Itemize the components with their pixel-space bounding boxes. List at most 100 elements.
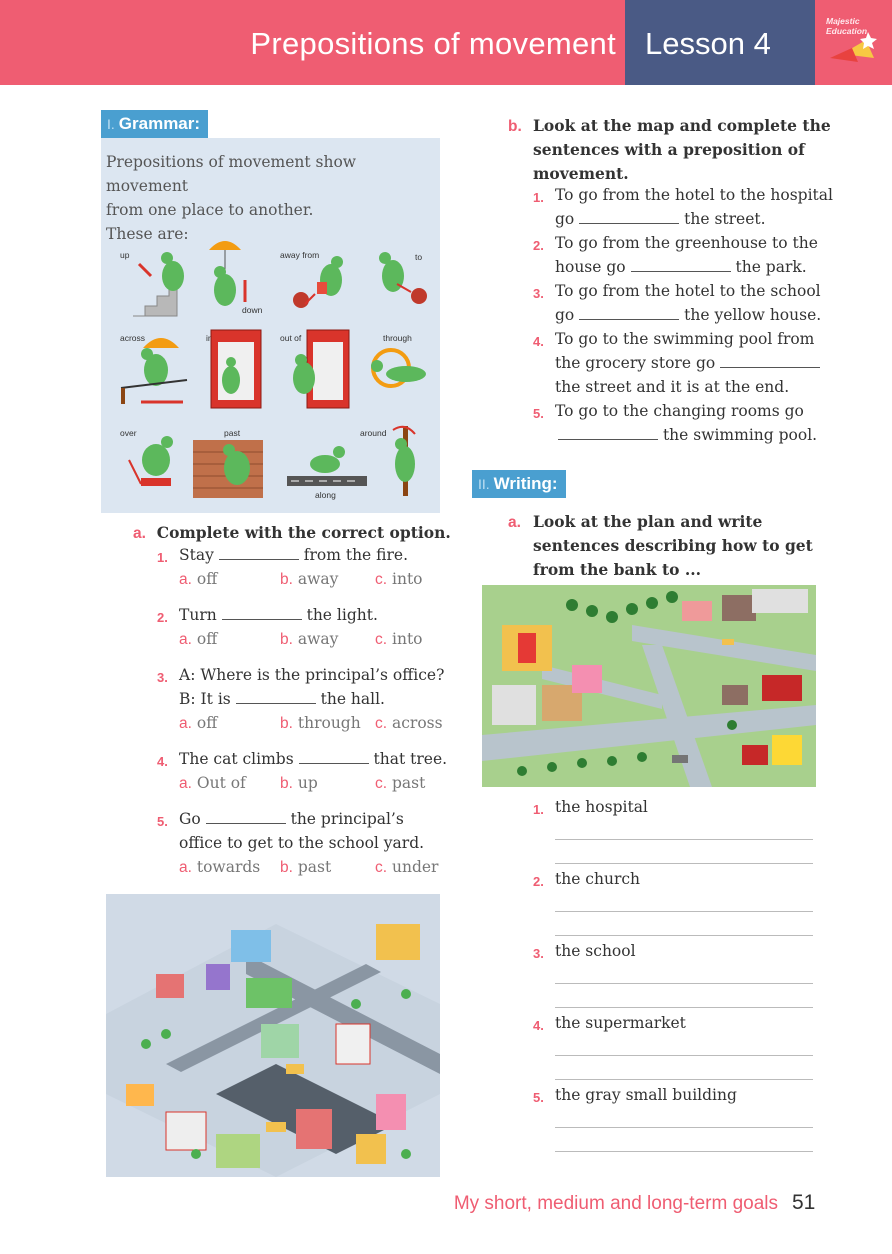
question-pre: B: It is <box>179 690 231 708</box>
answer-blank[interactable] <box>630 270 731 272</box>
writing-answer-line[interactable] <box>555 911 813 912</box>
answer-blank[interactable] <box>579 222 680 224</box>
item-post: the swimming pool. <box>662 426 818 444</box>
item-pre: house go <box>555 258 626 276</box>
item-post: the yellow house. <box>684 306 822 324</box>
answer-blank[interactable] <box>218 558 299 560</box>
answer-blank[interactable] <box>558 438 658 440</box>
option-text: up <box>297 774 318 792</box>
instruction-line: Look at the plan and write <box>533 512 763 531</box>
item-line: house go the park. <box>555 258 807 276</box>
across-illustration <box>120 338 188 404</box>
option-text: past <box>392 774 426 792</box>
writing-answer-line[interactable] <box>555 863 813 864</box>
town-map-illustration <box>106 894 440 1177</box>
around-illustration <box>392 425 416 496</box>
option-text: off <box>196 570 218 588</box>
option-letter: a. <box>179 859 192 876</box>
item-post: the park. <box>735 258 807 276</box>
preposition-illustrations <box>120 241 427 498</box>
to-illustration <box>379 252 427 304</box>
writing-item-number: 1. <box>533 802 544 817</box>
option-b[interactable]: b. up <box>280 774 318 793</box>
item-line: go the yellow house. <box>555 306 821 324</box>
answer-blank[interactable] <box>298 762 369 764</box>
option-text: off <box>196 714 218 732</box>
option-a[interactable]: a. Out of <box>179 774 246 793</box>
option-a[interactable]: a. off <box>179 630 217 649</box>
option-text: past <box>297 858 332 876</box>
instruction-line: sentences describing how to get <box>533 536 813 555</box>
writing-letter: a. <box>508 510 521 535</box>
writing-item-text: the church <box>555 870 641 888</box>
question-pre: Turn <box>179 606 217 624</box>
option-c[interactable]: c. across <box>375 714 443 733</box>
option-c[interactable]: c. past <box>375 774 425 793</box>
question-line: office to get to the school yard. <box>179 834 425 852</box>
writing-answer-line[interactable] <box>555 1055 813 1056</box>
option-b[interactable]: b. away <box>280 630 338 649</box>
option-letter: c. <box>375 775 388 792</box>
section-heading-grammar: I. Grammar: <box>101 110 209 138</box>
question-post: that tree. <box>373 750 448 768</box>
option-letter: c. <box>375 859 388 876</box>
grammar-line: from one place to another. <box>106 201 314 219</box>
option-letter: a. <box>179 775 192 792</box>
writing-answer-line[interactable] <box>555 1127 813 1128</box>
item-post: the street. <box>684 210 766 228</box>
option-text: towards <box>196 858 261 876</box>
writing-answer-line[interactable] <box>555 839 813 840</box>
option-text: off <box>196 630 218 648</box>
answer-blank[interactable] <box>579 318 680 320</box>
option-b[interactable]: b. past <box>280 858 331 877</box>
question-text: The cat climbs that tree. <box>179 750 447 768</box>
option-a[interactable]: a. towards <box>179 858 260 877</box>
answer-blank[interactable] <box>221 618 302 620</box>
along-illustration <box>287 446 367 486</box>
over-illustration <box>128 436 173 486</box>
option-a[interactable]: a. off <box>179 714 217 733</box>
section-number: II. <box>478 476 490 492</box>
option-text: across <box>392 714 443 732</box>
question-text: Turn the light. <box>179 606 378 624</box>
up-illustration <box>133 252 184 317</box>
exercise-letter: a. <box>133 525 146 542</box>
out-of-illustration <box>293 329 350 409</box>
item-number: 3. <box>533 286 544 301</box>
writing-answer-line[interactable] <box>555 935 813 936</box>
item-line: To go from the hotel to the hospital <box>555 186 833 204</box>
item-pre: the grocery store go <box>555 354 716 372</box>
exercise-instruction: Complete with the correct option. <box>156 523 451 542</box>
exercise-b-instruction: Look at the map and complete the sentenc… <box>533 114 831 186</box>
away-from-illustration <box>293 256 343 308</box>
writing-answer-line[interactable] <box>555 1007 813 1008</box>
publisher-logo-text: Majestic Education <box>826 16 868 36</box>
section-title: Writing: <box>493 474 558 493</box>
writing-answer-line[interactable] <box>555 983 813 984</box>
item-line: To go from the hotel to the school <box>555 282 821 300</box>
writing-answer-line[interactable] <box>555 1151 813 1152</box>
question-number: 4. <box>157 754 168 769</box>
option-c[interactable]: c. into <box>375 630 423 649</box>
answer-blank[interactable] <box>720 366 821 368</box>
instruction-line: sentences with a preposition of <box>533 140 805 159</box>
question-line: A: Where is the principal’s office? <box>179 666 445 684</box>
option-text: under <box>392 858 439 876</box>
option-a[interactable]: a. off <box>179 570 217 589</box>
writing-item-text: the gray small building <box>555 1086 737 1104</box>
answer-blank[interactable] <box>205 822 286 824</box>
writing-answer-line[interactable] <box>555 1079 813 1080</box>
question-post: the principal’s <box>290 810 404 828</box>
option-b[interactable]: b. through <box>280 714 361 733</box>
question-pre: Go <box>179 810 201 828</box>
question-post: the light. <box>306 606 378 624</box>
option-letter: c. <box>375 715 388 732</box>
option-c[interactable]: c. into <box>375 570 423 589</box>
option-b[interactable]: b. away <box>280 570 338 589</box>
item-line: To go to the changing rooms go <box>555 402 804 420</box>
answer-blank[interactable] <box>235 702 316 704</box>
writing-item-text: the supermarket <box>555 1014 686 1032</box>
option-text: through <box>297 714 361 732</box>
option-c[interactable]: c. under <box>375 858 438 877</box>
grammar-line: Prepositions of movement show movement <box>106 153 357 195</box>
